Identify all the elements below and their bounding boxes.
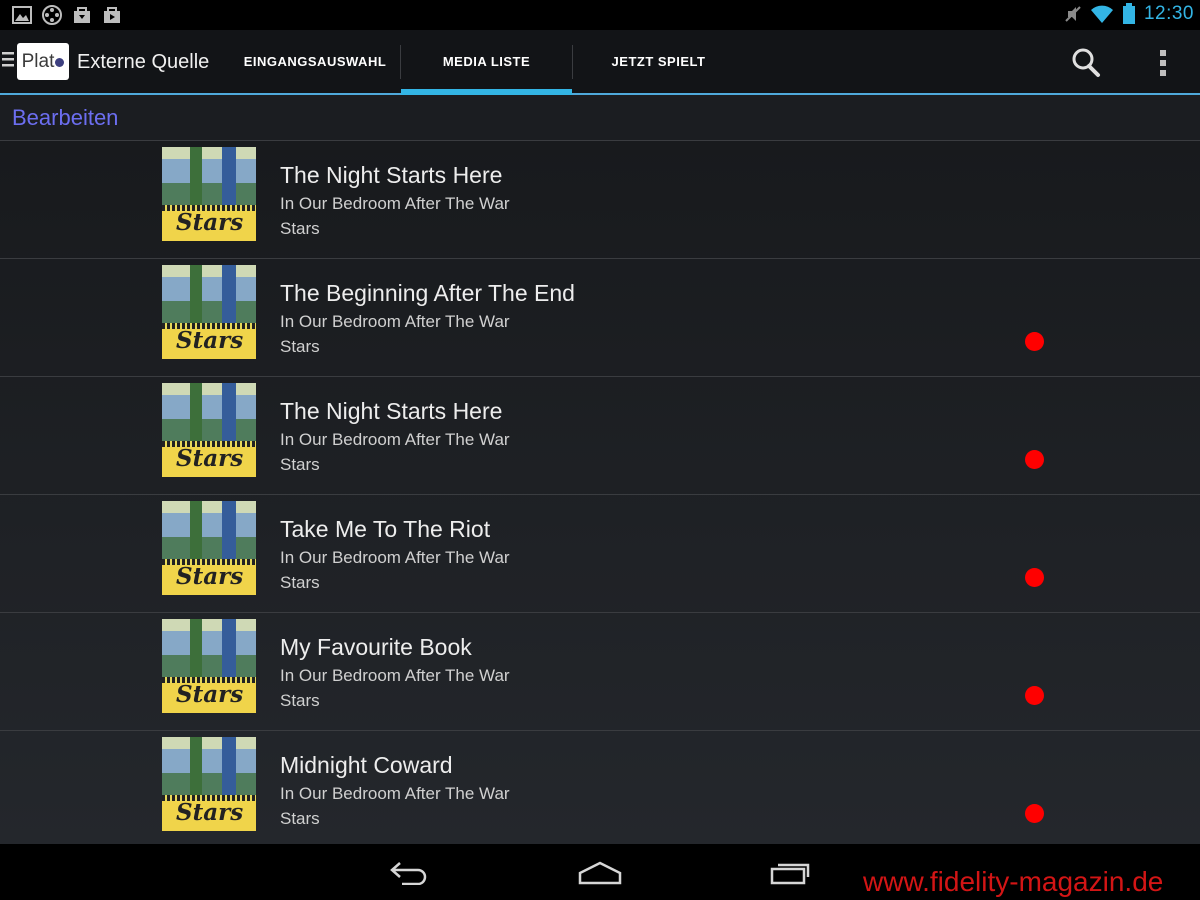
overflow-menu-button[interactable] — [1148, 46, 1178, 80]
edit-bar: Bearbeiten — [0, 95, 1200, 141]
track-album: In Our Bedroom After The War — [280, 312, 510, 331]
image-icon — [12, 6, 32, 24]
list-item[interactable]: Stars The Night Starts Here In Our Bedro… — [0, 141, 1200, 259]
page-title: Externe Quelle — [77, 51, 210, 73]
watermark: www.fidelity-magazin.de — [863, 866, 1164, 897]
list-item[interactable]: Stars The Night Starts Here In Our Bedro… — [0, 377, 1200, 495]
edit-button[interactable]: Bearbeiten — [12, 105, 118, 131]
search-button[interactable] — [1068, 45, 1104, 81]
overflow-dot — [1160, 60, 1166, 66]
track-artist: Stars — [280, 337, 320, 356]
list-item[interactable]: Stars The Beginning After The End In Our… — [0, 259, 1200, 377]
cover-text: Stars — [176, 563, 244, 590]
media-list: Stars The Night Starts Here In Our Bedro… — [0, 141, 1200, 844]
app-logo-text: Plat — [22, 51, 65, 73]
status-bar: 12:30 — [0, 0, 1200, 30]
red-dot-marker — [1025, 804, 1044, 823]
track-title: The Night Starts Here — [280, 398, 503, 424]
search-icon — [1072, 48, 1100, 77]
track-album: In Our Bedroom After The War — [280, 784, 510, 803]
home-icon — [578, 861, 622, 885]
battery-icon — [1122, 3, 1135, 24]
album-cover: Stars — [162, 737, 256, 831]
list-item[interactable]: Stars My Favourite Book In Our Bedroom A… — [0, 613, 1200, 731]
track-artist: Stars — [280, 219, 320, 238]
list-item[interactable]: Stars Take Me To The Riot In Our Bedroom… — [0, 495, 1200, 613]
tab-bar: EINGANGSAUSWAHL MEDIA LISTE JETZT SPIELT — [230, 30, 744, 95]
track-album: In Our Bedroom After The War — [280, 430, 510, 449]
track-album: In Our Bedroom After The War — [280, 194, 510, 213]
track-artist: Stars — [280, 455, 320, 474]
album-cover: Stars — [162, 383, 256, 477]
shopping-bag-icon — [104, 7, 120, 23]
album-cover: Stars — [162, 619, 256, 713]
red-dot-marker — [1025, 332, 1044, 351]
back-button[interactable] — [380, 856, 440, 888]
tab-eingangsauswahl[interactable]: EINGANGSAUSWAHL — [230, 30, 400, 93]
track-title: The Night Starts Here — [280, 162, 503, 188]
cover-text: Stars — [176, 445, 244, 472]
track-title: Midnight Coward — [280, 752, 453, 778]
download-store-icon — [74, 7, 90, 23]
track-album: In Our Bedroom After The War — [280, 666, 510, 685]
logo-dot — [55, 57, 65, 67]
wifi-icon — [1090, 5, 1113, 23]
track-title: Take Me To The Riot — [280, 516, 491, 542]
album-cover: Stars — [162, 265, 256, 359]
overflow-dot — [1160, 70, 1166, 76]
track-artist: Stars — [280, 573, 320, 592]
action-bar: Plat Externe Quelle EINGANGSAUSWAHL MEDI… — [0, 30, 1200, 95]
cover-text: Stars — [176, 681, 244, 708]
track-artist: Stars — [280, 691, 320, 710]
media-player-icon — [42, 5, 62, 25]
cover-text: Stars — [176, 327, 244, 354]
tab-jetzt-spielt[interactable]: JETZT SPIELT — [573, 30, 744, 93]
album-cover: Stars — [162, 147, 256, 241]
track-artist: Stars — [280, 809, 320, 828]
cover-text: Stars — [176, 799, 244, 826]
clock: 12:30 — [1143, 3, 1194, 24]
red-dot-marker — [1025, 450, 1044, 469]
home-button[interactable] — [570, 856, 630, 888]
drawer-menu-icon[interactable] — [2, 50, 14, 68]
list-item[interactable]: Stars Midnight Coward In Our Bedroom Aft… — [0, 731, 1200, 848]
red-dot-marker — [1025, 568, 1044, 587]
app-logo[interactable]: Plat — [17, 43, 69, 80]
red-dot-marker — [1025, 686, 1044, 705]
track-title: The Beginning After The End — [280, 280, 575, 306]
track-album: In Our Bedroom After The War — [280, 548, 510, 567]
recent-apps-button[interactable] — [760, 856, 820, 888]
back-icon — [390, 862, 427, 885]
tab-media-liste[interactable]: MEDIA LISTE — [401, 30, 572, 95]
mute-icon — [1065, 6, 1081, 22]
overflow-dot — [1160, 50, 1166, 56]
cover-text: Stars — [176, 209, 244, 236]
recent-apps-icon — [770, 863, 810, 885]
album-cover: Stars — [162, 501, 256, 595]
track-title: My Favourite Book — [280, 634, 472, 660]
